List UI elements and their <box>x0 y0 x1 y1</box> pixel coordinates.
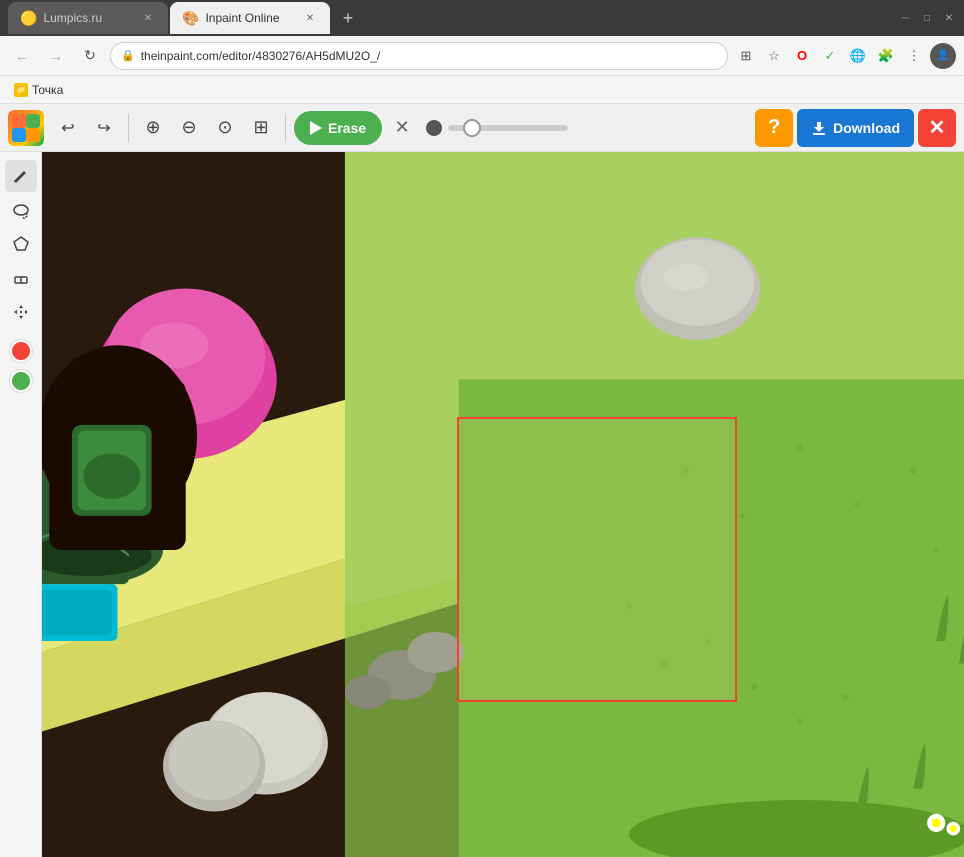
canvas-svg[interactable] <box>42 152 964 857</box>
close-window-button[interactable]: ✕ <box>942 11 956 25</box>
cancel-button[interactable]: ✕ <box>386 112 418 144</box>
eraser-tool[interactable] <box>5 262 37 294</box>
zoom-fit-button[interactable]: ⊙ <box>209 112 241 144</box>
move-icon <box>12 303 30 321</box>
tab-inpaint-icon: 🎨 <box>182 10 199 27</box>
refresh-button[interactable]: ↻ <box>76 42 104 70</box>
lasso-tool[interactable] <box>5 194 37 226</box>
translate-icon[interactable]: ⊞ <box>734 44 758 68</box>
brush-size-thumb[interactable] <box>463 119 481 137</box>
erase-play-icon <box>310 121 322 135</box>
help-button[interactable]: ? <box>755 109 793 147</box>
menu-icon[interactable]: ⋮ <box>902 44 926 68</box>
opera-icon[interactable]: O <box>790 44 814 68</box>
bookmark-folder-icon: 📁 <box>14 83 28 97</box>
browser-window: 🟡 Lumpics.ru ✕ 🎨 Inpaint Online ✕ + ─ □ … <box>0 0 964 857</box>
tab-lumpics[interactable]: 🟡 Lumpics.ru ✕ <box>8 2 168 34</box>
lock-icon: 🔒 <box>121 49 135 62</box>
tab-lumpics-label: Lumpics.ru <box>43 11 102 25</box>
bookmark-bar: 📁 Точка <box>0 76 964 104</box>
brush-slider[interactable] <box>426 120 568 136</box>
bookmark-tochka-label: Точка <box>32 83 63 97</box>
brush-size-track[interactable] <box>448 125 568 131</box>
app-logo <box>8 110 44 146</box>
erase-label: Erase <box>328 120 366 136</box>
move-tool[interactable] <box>5 296 37 328</box>
separator-1 <box>128 114 129 142</box>
bookmark-icon[interactable]: ☆ <box>762 44 786 68</box>
brush-dot-icon <box>426 120 442 136</box>
color-green-button[interactable] <box>10 370 32 392</box>
polygon-icon <box>12 235 30 253</box>
tab-inpaint-close[interactable]: ✕ <box>302 10 318 26</box>
address-actions: ⊞ ☆ O ✓ 🌐 🧩 ⋮ 👤 <box>734 43 956 69</box>
profile-icon[interactable]: 👤 <box>930 43 956 69</box>
undo-button[interactable]: ↩ <box>52 112 84 144</box>
close-editor-button[interactable]: ✕ <box>918 109 956 147</box>
erase-button[interactable]: Erase <box>294 111 382 145</box>
url-text: theinpaint.com/editor/4830276/AH5dMU2O_/ <box>141 49 717 63</box>
pencil-icon <box>12 167 30 185</box>
globe-icon[interactable]: 🌐 <box>846 44 870 68</box>
forward-button[interactable]: → <box>42 42 70 70</box>
logo-image <box>8 110 44 146</box>
zoom-100-button[interactable]: ⊞ <box>245 112 277 144</box>
canvas-area <box>0 152 964 857</box>
address-bar: ← → ↻ 🔒 theinpaint.com/editor/4830276/AH… <box>0 36 964 76</box>
maximize-button[interactable]: □ <box>920 11 934 25</box>
new-tab-button[interactable]: + <box>334 4 362 32</box>
lasso-icon <box>12 201 30 219</box>
download-icon <box>811 120 827 136</box>
app-toolbar: ↩ ↪ ⊕ ⊖ ⊙ ⊞ Erase ✕ ? <box>0 104 964 152</box>
redo-button[interactable]: ↪ <box>88 112 120 144</box>
left-sidebar <box>0 152 42 857</box>
tab-inpaint[interactable]: 🎨 Inpaint Online ✕ <box>170 2 330 34</box>
tab-inpaint-label: Inpaint Online <box>205 11 279 25</box>
tab-lumpics-close[interactable]: ✕ <box>140 10 156 26</box>
tab-lumpics-icon: 🟡 <box>20 10 37 27</box>
download-button[interactable]: Download <box>797 109 914 147</box>
window-controls: ─ □ ✕ <box>898 11 956 25</box>
bookmark-tochka[interactable]: 📁 Точка <box>8 81 69 99</box>
minimize-button[interactable]: ─ <box>898 11 912 25</box>
zoom-in-button[interactable]: ⊕ <box>137 112 169 144</box>
download-label: Download <box>833 120 900 136</box>
title-bar: 🟡 Lumpics.ru ✕ 🎨 Inpaint Online ✕ + ─ □ … <box>0 0 964 36</box>
pencil-tool[interactable] <box>5 160 37 192</box>
back-button[interactable]: ← <box>8 42 36 70</box>
main-content: ↩ ↪ ⊕ ⊖ ⊙ ⊞ Erase ✕ ? <box>0 104 964 857</box>
separator-2 <box>285 114 286 142</box>
color-red-button[interactable] <box>10 340 32 362</box>
url-bar[interactable]: 🔒 theinpaint.com/editor/4830276/AH5dMU2O… <box>110 42 728 70</box>
canvas-wrapper[interactable] <box>42 152 964 857</box>
polygon-tool[interactable] <box>5 228 37 260</box>
zoom-out-button[interactable]: ⊖ <box>173 112 205 144</box>
extensions-icon[interactable]: 🧩 <box>874 44 898 68</box>
eraser-icon <box>12 269 30 287</box>
vpn-icon[interactable]: ✓ <box>818 44 842 68</box>
